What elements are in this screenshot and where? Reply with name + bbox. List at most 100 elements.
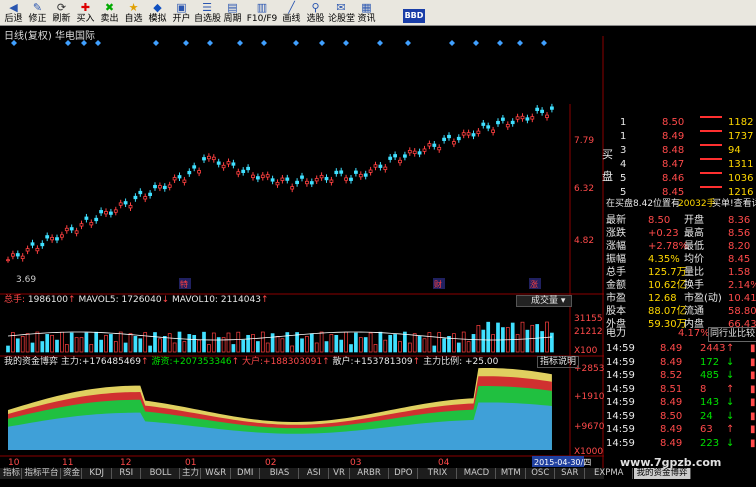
tab-指标[interactable]: 指标 xyxy=(2,468,22,479)
tab-OSC[interactable]: OSC xyxy=(527,468,555,479)
event-marker xyxy=(65,40,71,46)
tab-我的资金博弈[interactable]: 我的资金博弈 xyxy=(634,468,691,479)
f10-icon: ▥ xyxy=(256,1,268,14)
draw-button[interactable]: ╱ 画线 xyxy=(280,0,303,26)
quote-panel: 1 8.50 1182 1 8.49 1737 3 8.48 94 4 8.47 1311 5 8.46 1… xyxy=(602,114,756,449)
tab-MACD[interactable]: MACD xyxy=(458,468,496,479)
tab-BOLL[interactable]: BOLL xyxy=(142,468,180,479)
event-marker xyxy=(261,40,267,46)
event-marker xyxy=(81,40,87,46)
watchlist-button[interactable]: ☰ 自选股 xyxy=(194,0,221,26)
candle xyxy=(373,164,378,168)
f10-button[interactable]: ▥ F10/F9 xyxy=(245,0,279,26)
candle xyxy=(84,216,89,220)
candle xyxy=(353,170,358,174)
candle xyxy=(270,178,275,182)
tab-MTM[interactable]: MTM xyxy=(497,468,526,479)
account-button[interactable]: ▣ 开户 xyxy=(170,0,193,26)
tab-BIAS[interactable]: BIAS xyxy=(261,468,299,479)
volume-tick: 31155 xyxy=(574,314,603,324)
event-marker xyxy=(153,40,159,46)
edit-button[interactable]: ✎ 修正 xyxy=(26,0,49,26)
tab-指标平台[interactable]: 指标平台 xyxy=(23,468,61,479)
candle xyxy=(500,117,505,121)
sell-button[interactable]: ✖ 卖出 xyxy=(98,0,121,26)
volume-bar xyxy=(20,336,25,353)
buy-label: 买 xyxy=(602,148,613,161)
indicator-dropdown[interactable]: 成交量 ▾ xyxy=(516,295,572,307)
candle xyxy=(133,195,138,200)
volume-bar xyxy=(133,336,138,353)
toolbar-label: 修正 xyxy=(28,14,47,24)
volume-bar xyxy=(417,336,422,353)
tab-ASI[interactable]: ASI xyxy=(300,468,329,479)
stock-select-button[interactable]: ⚲ 选股 xyxy=(304,0,327,26)
back-button[interactable]: ◀ 后退 xyxy=(2,0,25,26)
volume-bar xyxy=(138,338,143,353)
indicator-tabs: 指标 指标平台 资金 KDJ RSI BOLL 主力 W&R DMI BIAS ASI VR ARBR D… xyxy=(0,468,691,479)
candle xyxy=(378,164,383,168)
volume-bar xyxy=(452,333,456,353)
volume-bar xyxy=(383,339,388,353)
candle xyxy=(255,176,260,180)
quote-stat: 涨跌 +0.23 最高 8.56 xyxy=(606,228,751,239)
refresh-button[interactable]: ⟳ 刷新 xyxy=(50,0,73,26)
candle xyxy=(25,248,30,252)
volume-bar xyxy=(309,333,314,353)
candle xyxy=(251,174,255,178)
volume-bar xyxy=(339,339,344,353)
bbd-button[interactable]: BBD xyxy=(403,9,425,23)
candle xyxy=(525,117,530,121)
forum-button[interactable]: ✉ 论股堂 xyxy=(328,0,355,26)
candle xyxy=(530,116,535,120)
candle xyxy=(393,154,398,158)
candle xyxy=(442,137,447,141)
candle xyxy=(231,162,236,166)
indicator-help-button[interactable]: 指标说明 xyxy=(537,356,580,368)
candle xyxy=(349,177,353,181)
tab-主力[interactable]: 主力 xyxy=(181,468,201,479)
volume-bar xyxy=(60,331,64,353)
volume-bar xyxy=(329,334,334,353)
tab-W&R[interactable]: W&R xyxy=(202,468,231,479)
simulate-icon: ◆ xyxy=(153,1,162,14)
candle xyxy=(422,148,427,152)
volume-bar xyxy=(349,344,353,353)
volume-bar xyxy=(486,321,491,353)
volume-bar xyxy=(358,337,363,353)
toolbar-label: 资讯 xyxy=(357,14,376,24)
volume-bar xyxy=(324,341,329,353)
favorite-button[interactable]: ★ 自选 xyxy=(122,0,145,26)
volume-bar xyxy=(525,329,530,353)
candle xyxy=(486,125,491,129)
low-price-label: 3.69 xyxy=(16,275,36,285)
tab-DPO[interactable]: DPO xyxy=(390,468,418,479)
tab-VR[interactable]: VR xyxy=(330,468,350,479)
tab-KDJ[interactable]: KDJ xyxy=(83,468,112,479)
tab-SAR[interactable]: SAR xyxy=(556,468,585,479)
fund-info: 我的资金博弈 主力:+176485469↑ 游资:+207353346↑ 大户:… xyxy=(4,357,499,367)
volume-bar xyxy=(447,335,451,353)
toolbar-label: 周期 xyxy=(223,14,242,24)
candle xyxy=(157,185,162,189)
kline-chart[interactable]: 7.796.324.823.69特财涨3115521212X100+285389… xyxy=(0,36,604,468)
news-button[interactable]: ▦ 资讯 xyxy=(355,0,378,26)
tab-ARBR[interactable]: ARBR xyxy=(351,468,389,479)
favorite-icon: ★ xyxy=(128,1,139,14)
volume-bar xyxy=(236,331,241,353)
tab-资金[interactable]: 资金 xyxy=(62,468,82,479)
simulate-button[interactable]: ◆ 模拟 xyxy=(146,0,169,26)
candle xyxy=(265,174,270,178)
candle xyxy=(211,156,216,161)
tab-EXPMA[interactable]: EXPMA xyxy=(586,468,633,479)
news-icon: ▦ xyxy=(361,1,372,14)
tick-row: 14:59 8.49 143 ↓ ▮ xyxy=(606,397,756,408)
tab-RSI[interactable]: RSI xyxy=(113,468,141,479)
event-marker xyxy=(11,40,17,46)
buy-icon: ✚ xyxy=(80,1,91,14)
tab-TRIX[interactable]: TRIX xyxy=(419,468,457,479)
period-button[interactable]: ▤ 周期 xyxy=(221,0,244,26)
tab-DMI[interactable]: DMI xyxy=(232,468,260,479)
stock-select-icon: ⚲ xyxy=(311,1,320,14)
buy-button[interactable]: ✚ 买入 xyxy=(74,0,97,26)
